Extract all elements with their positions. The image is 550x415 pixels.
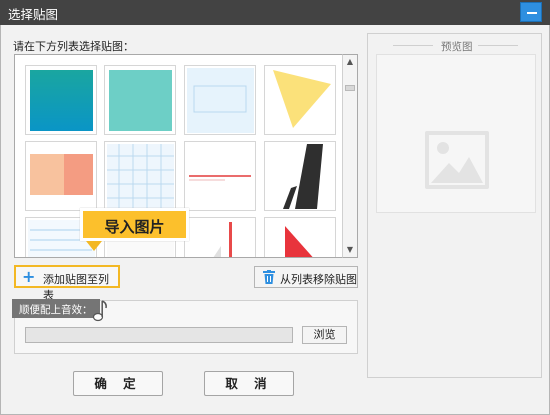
tooltip-label: 导入图片 <box>104 218 165 236</box>
title-bar: 选择贴图 <box>0 0 550 25</box>
ok-button[interactable]: 确 定 <box>73 371 163 396</box>
window-title: 选择贴图 <box>8 7 59 22</box>
thumbnail-item[interactable] <box>104 141 176 211</box>
import-tooltip: 导入图片 <box>80 208 189 241</box>
thumbnail-item[interactable] <box>25 141 97 211</box>
thumbnail-item[interactable] <box>264 217 336 257</box>
preview-divider-right <box>478 45 518 46</box>
sound-tab: 顺便配上音效： <box>12 299 100 318</box>
tooltip-arrow <box>86 241 102 251</box>
instruction-label: 请在下方列表选择贴图： <box>13 40 134 53</box>
preview-label: 预览图 <box>437 39 477 54</box>
thumbnail-item[interactable] <box>104 65 176 135</box>
preview-divider-left <box>393 45 433 46</box>
music-note-icon <box>92 300 107 322</box>
scroll-down-icon[interactable]: ▼ <box>343 243 357 257</box>
thumbnail-item[interactable] <box>184 141 256 211</box>
image-placeholder-icon <box>425 131 489 189</box>
scroll-thumb[interactable] <box>345 85 355 91</box>
sound-label: 顺便配上音效： <box>19 304 93 316</box>
close-button[interactable] <box>520 2 542 22</box>
remove-texture-button[interactable]: 从列表移除贴图 <box>254 266 358 288</box>
browse-button[interactable]: 浏览 <box>302 326 347 344</box>
add-texture-button[interactable]: + 添加贴图至列表 <box>14 265 120 302</box>
close-icon <box>527 12 537 14</box>
thumbnail-item[interactable] <box>184 217 256 257</box>
cancel-button[interactable]: 取 消 <box>204 371 294 396</box>
preview-area <box>376 54 536 213</box>
thumbnail-item[interactable] <box>184 65 256 135</box>
remove-texture-label: 从列表移除贴图 <box>280 273 357 286</box>
scroll-up-icon[interactable]: ▲ <box>343 55 357 69</box>
thumbnail-item[interactable] <box>25 65 97 135</box>
thumbnail-scrollbar[interactable]: ▲ ▼ <box>342 54 358 258</box>
trash-icon <box>263 270 275 284</box>
thumbnail-item[interactable] <box>264 65 336 135</box>
thumbnail-item[interactable] <box>264 141 336 211</box>
sound-file-input[interactable] <box>25 327 293 343</box>
plus-icon: + <box>22 267 36 286</box>
